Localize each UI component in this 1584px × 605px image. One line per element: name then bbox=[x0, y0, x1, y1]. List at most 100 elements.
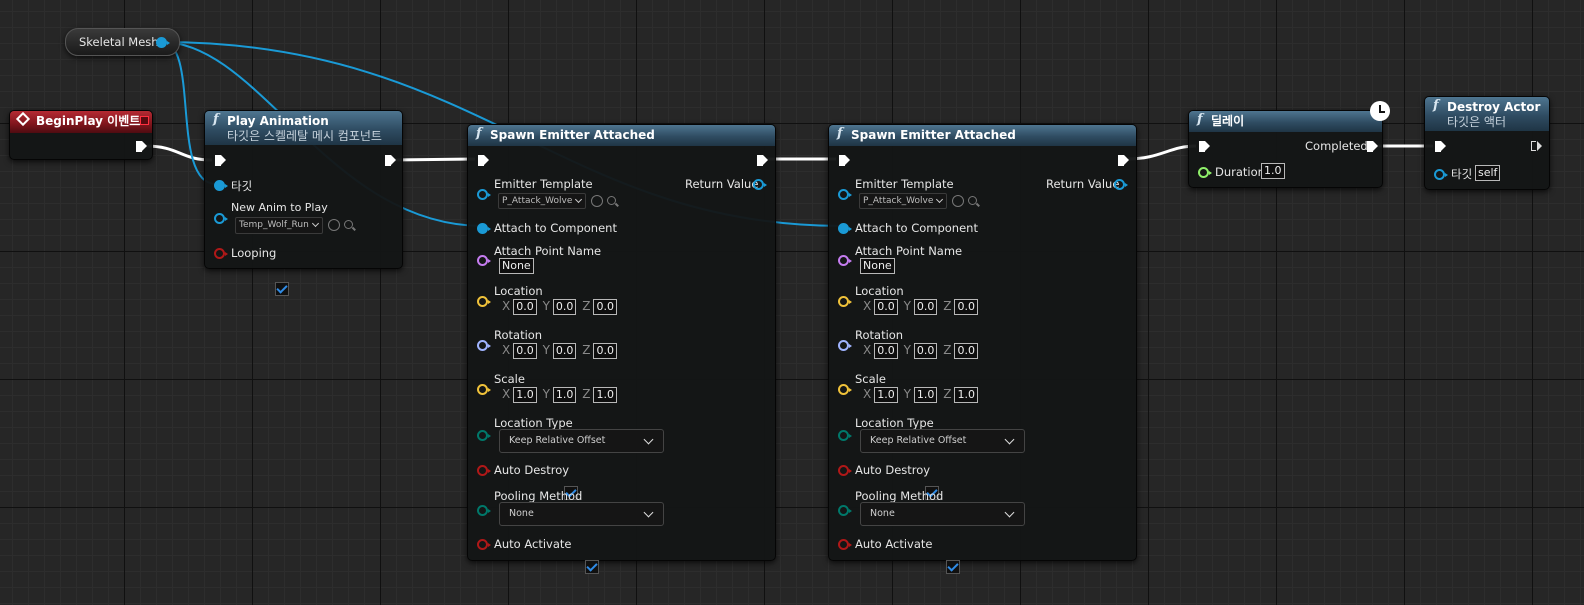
rotation-x-input[interactable]: 0.0 bbox=[874, 343, 898, 359]
location-label: Location bbox=[855, 284, 904, 298]
emitter-template-pin[interactable] bbox=[838, 189, 852, 200]
event-diamond-icon bbox=[15, 111, 31, 127]
use-asset-icon[interactable] bbox=[591, 195, 603, 207]
emitter-template-pin[interactable] bbox=[477, 189, 491, 200]
attach-to-component-pin[interactable] bbox=[838, 223, 852, 234]
looping-checkbox[interactable] bbox=[275, 281, 289, 296]
emitter-asset-dropdown[interactable]: P_Attack_Wolve bbox=[859, 193, 947, 209]
attach-point-name-input[interactable]: None bbox=[860, 258, 895, 274]
location-type-dropdown[interactable]: Keep Relative Offset bbox=[499, 429, 664, 453]
target-pin[interactable] bbox=[1434, 169, 1448, 180]
pooling-method-pin[interactable] bbox=[477, 505, 491, 516]
auto-destroy-label: Auto Destroy bbox=[855, 463, 931, 477]
pooling-method-pin[interactable] bbox=[838, 505, 852, 516]
browse-icon[interactable] bbox=[968, 196, 977, 205]
destroy-actor-title: Destroy Actor bbox=[1447, 100, 1541, 114]
rotation-y-input[interactable]: 0.0 bbox=[913, 343, 938, 359]
attach-point-name-pin[interactable] bbox=[838, 255, 852, 266]
chevron-down-icon bbox=[574, 195, 583, 204]
looping-pin[interactable] bbox=[214, 248, 228, 259]
pooling-method-dropdown[interactable]: None bbox=[499, 502, 664, 526]
attach-point-name-input[interactable]: None bbox=[499, 258, 534, 274]
rotation-fields: X 0.0 Y 0.0 Z 0.0 bbox=[861, 343, 978, 359]
spawn-emitter-attached-node-1[interactable]: f Spawn Emitter Attached Emitter Templat… bbox=[467, 124, 776, 574]
auto-activate-pin[interactable] bbox=[477, 539, 491, 550]
scale-x-input[interactable]: 1.0 bbox=[513, 387, 537, 403]
destroy-actor-node[interactable]: f Destroy Actor 타깃은 액터 타깃 self bbox=[1424, 96, 1550, 190]
location-x-input[interactable]: 0.0 bbox=[513, 299, 537, 315]
duration-input[interactable]: 1.0 bbox=[1261, 163, 1285, 179]
attach-point-name-pin[interactable] bbox=[477, 255, 491, 266]
delegate-pin-icon[interactable] bbox=[140, 116, 149, 125]
play-animation-node[interactable]: f Play Animation 타깃은 스켈레탈 메시 컴포넌트 타깃 New… bbox=[204, 110, 403, 296]
spawn-emitter-attached-node-2[interactable]: f Spawn Emitter Attached Emitter Templat… bbox=[828, 124, 1137, 574]
scale-z-input[interactable]: 1.0 bbox=[593, 387, 617, 403]
delay-node[interactable]: f 딜레이 Completed Duration 1.0 bbox=[1188, 101, 1390, 188]
begin-play-event-node[interactable]: BeginPlay 이벤트 bbox=[9, 110, 153, 160]
new-anim-pin[interactable] bbox=[214, 213, 228, 224]
rotation-pin[interactable] bbox=[477, 340, 491, 351]
auto-destroy-pin[interactable] bbox=[838, 465, 852, 476]
emitter-asset-value: P_Attack_Wolve bbox=[502, 196, 573, 206]
use-asset-icon[interactable] bbox=[952, 195, 964, 207]
location-fields: X 0.0 Y 0.0 Z 0.0 bbox=[861, 299, 978, 315]
rotation-z-input[interactable]: 0.0 bbox=[954, 343, 978, 359]
use-asset-icon[interactable] bbox=[328, 219, 340, 231]
location-z-input[interactable]: 0.0 bbox=[593, 299, 617, 315]
auto-destroy-pin[interactable] bbox=[477, 465, 491, 476]
attach-to-component-pin[interactable] bbox=[477, 223, 491, 234]
play-animation-title: Play Animation bbox=[227, 114, 329, 128]
scale-z-input[interactable]: 1.0 bbox=[954, 387, 978, 403]
blueprint-graph-canvas[interactable]: Skeletal Mesh BeginPlay 이벤트 f Play Anima… bbox=[0, 0, 1584, 605]
return-value-pin[interactable] bbox=[1114, 179, 1128, 190]
spawn-emitter-title: Spawn Emitter Attached bbox=[851, 128, 1016, 142]
x-axis-label: X bbox=[863, 299, 872, 313]
exec-wire[interactable] bbox=[144, 144, 213, 162]
location-type-value: Keep Relative Offset bbox=[509, 435, 606, 446]
location-x-input[interactable]: 0.0 bbox=[874, 299, 898, 315]
rotation-y-input[interactable]: 0.0 bbox=[552, 343, 577, 359]
location-z-input[interactable]: 0.0 bbox=[954, 299, 978, 315]
scale-pin[interactable] bbox=[477, 384, 491, 395]
scale-y-input[interactable]: 1.0 bbox=[552, 387, 577, 403]
browse-icon[interactable] bbox=[344, 220, 353, 229]
location-y-input[interactable]: 0.0 bbox=[552, 299, 577, 315]
auto-activate-pin[interactable] bbox=[838, 539, 852, 550]
rotation-pin[interactable] bbox=[838, 340, 852, 351]
skeletal-mesh-label: Skeletal Mesh bbox=[79, 35, 159, 49]
skeletal-mesh-output-pin[interactable] bbox=[156, 37, 170, 48]
exec-wire[interactable] bbox=[391, 157, 476, 162]
location-pin[interactable] bbox=[838, 296, 852, 307]
scale-x-input[interactable]: 1.0 bbox=[874, 387, 898, 403]
anim-asset-dropdown[interactable]: Temp_Wolf_Run bbox=[235, 217, 323, 234]
browse-icon[interactable] bbox=[607, 196, 616, 205]
scale-y-input[interactable]: 1.0 bbox=[913, 387, 938, 403]
location-fields: X 0.0 Y 0.0 Z 0.0 bbox=[500, 299, 617, 315]
exec-wire[interactable] bbox=[1127, 144, 1197, 161]
scale-pin[interactable] bbox=[838, 384, 852, 395]
rotation-z-input[interactable]: 0.0 bbox=[593, 343, 617, 359]
location-type-pin[interactable] bbox=[477, 430, 491, 441]
location-type-pin[interactable] bbox=[838, 430, 852, 441]
attach-to-component-label: Attach to Component bbox=[494, 221, 617, 235]
skeletal-mesh-variable-node[interactable]: Skeletal Mesh bbox=[65, 28, 180, 56]
auto-activate-checkbox[interactable] bbox=[945, 559, 960, 574]
scale-label: Scale bbox=[494, 372, 525, 386]
rotation-x-input[interactable]: 0.0 bbox=[513, 343, 537, 359]
function-icon: f bbox=[476, 126, 482, 141]
auto-activate-checkbox[interactable] bbox=[584, 559, 599, 574]
rotation-fields: X 0.0 Y 0.0 Z 0.0 bbox=[500, 343, 617, 359]
emitter-asset-dropdown[interactable]: P_Attack_Wolve bbox=[498, 193, 586, 209]
wire-layer bbox=[144, 41, 1433, 227]
return-value-pin[interactable] bbox=[753, 179, 767, 190]
target-pin[interactable] bbox=[214, 180, 228, 191]
chevron-down-icon bbox=[935, 195, 944, 204]
x-axis-label: X bbox=[502, 343, 511, 357]
location-y-input[interactable]: 0.0 bbox=[913, 299, 938, 315]
target-self-input[interactable]: self bbox=[1475, 165, 1501, 181]
location-type-dropdown[interactable]: Keep Relative Offset bbox=[860, 429, 1025, 453]
location-pin[interactable] bbox=[477, 296, 491, 307]
duration-pin[interactable] bbox=[1198, 167, 1212, 178]
delay-title: 딜레이 bbox=[1211, 114, 1245, 128]
pooling-method-dropdown[interactable]: None bbox=[860, 502, 1025, 526]
